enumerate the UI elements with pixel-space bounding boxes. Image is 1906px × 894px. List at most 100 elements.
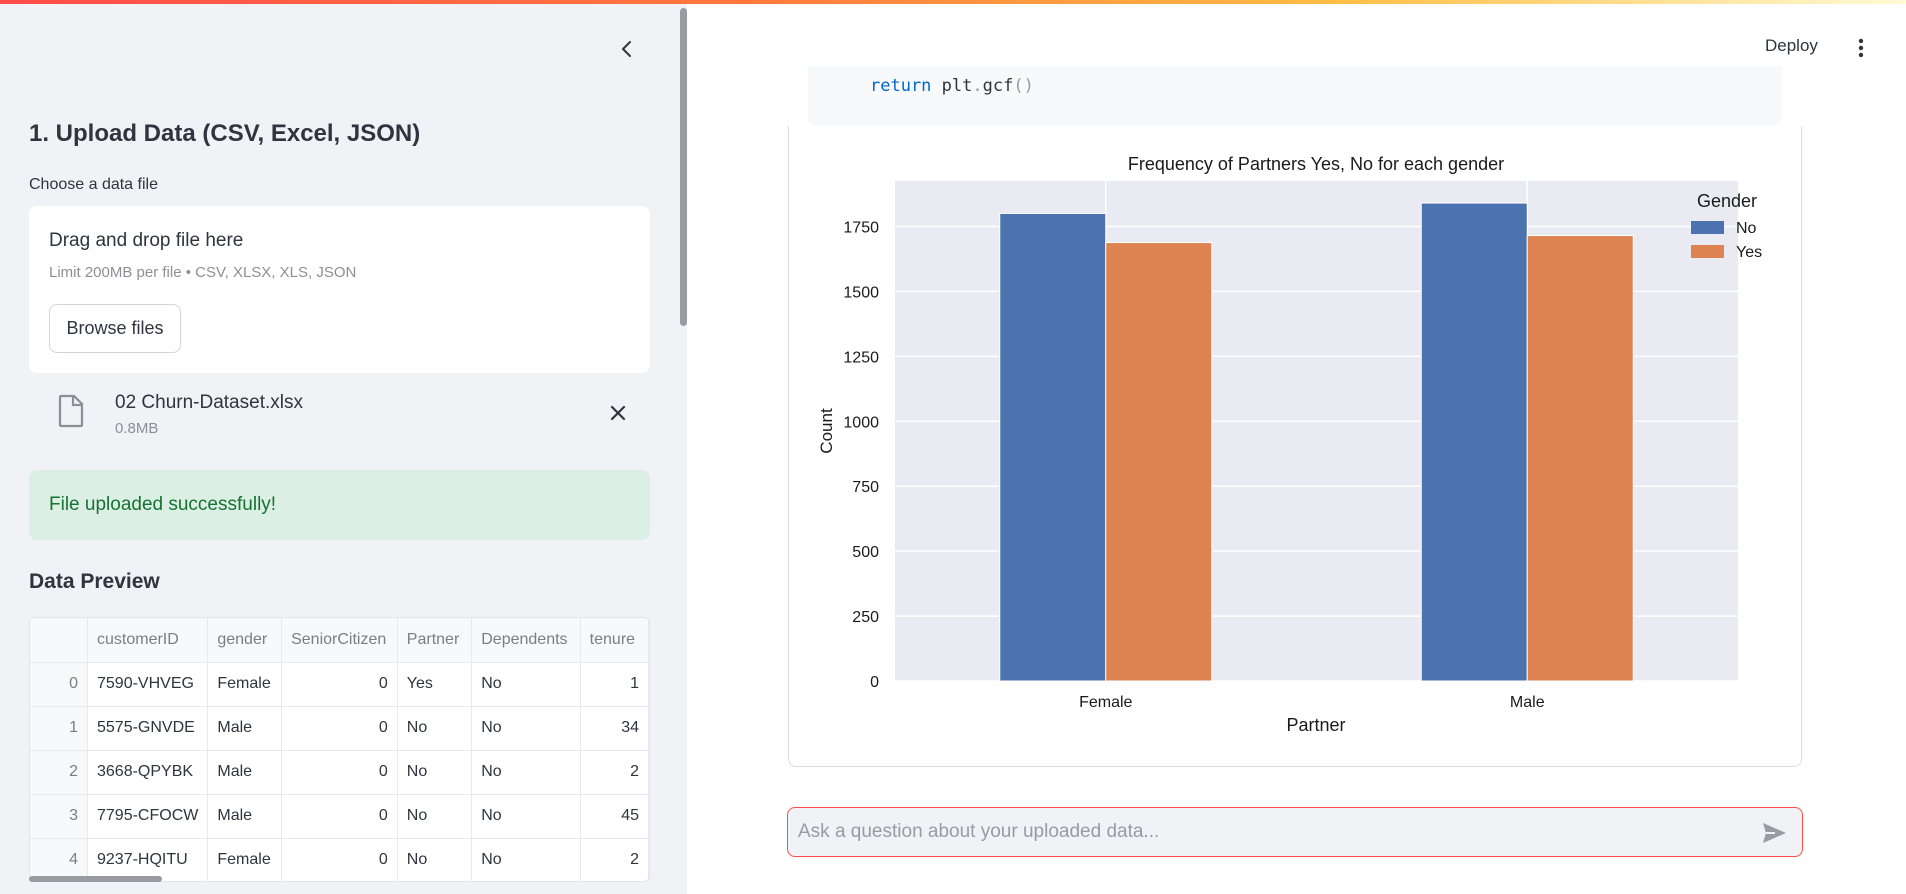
table-cell[interactable]: 1 — [580, 662, 649, 707]
chart-title: Frequency of Partners Yes, No for each g… — [1128, 154, 1504, 174]
table-header-tenure[interactable]: tenure — [580, 618, 649, 663]
table-cell[interactable]: No — [397, 750, 473, 795]
bar-female-yes — [1105, 242, 1213, 682]
table-cell[interactable]: 7590-VHVEG — [87, 662, 209, 707]
x-tick-label: Male — [1510, 694, 1545, 711]
table-header-index[interactable] — [30, 618, 88, 663]
table-cell[interactable]: 0 — [281, 662, 398, 707]
x-tick-labels: Female Male — [1079, 694, 1545, 711]
legend-swatch-no — [1691, 221, 1724, 234]
sidebar: 1. Upload Data (CSV, Excel, JSON) Choose… — [0, 0, 687, 894]
code-dot: . — [972, 76, 983, 96]
table-cell[interactable]: No — [471, 750, 581, 795]
dropzone-title: Drag and drop file here — [49, 230, 244, 251]
table-row: 1 5575-GNVDE Male 0 No No 34 — [30, 706, 649, 751]
uploaded-file-size: 0.8MB — [115, 420, 159, 437]
bar-male-no — [1420, 202, 1528, 682]
table-cell[interactable]: Female — [207, 662, 283, 707]
x-axis-label: Partner — [1286, 715, 1345, 735]
y-axis-label: Count — [817, 408, 836, 454]
data-preview-table[interactable]: customerID gender SeniorCitizen Partner … — [29, 617, 650, 882]
code-function: gcf — [982, 76, 1014, 96]
table-cell[interactable]: No — [397, 838, 473, 881]
table-horizontal-scrollbar[interactable] — [29, 876, 162, 882]
code-parens: () — [1013, 76, 1034, 96]
table-cell[interactable]: No — [397, 706, 473, 751]
file-dropzone[interactable]: Drag and drop file here Limit 200MB per … — [29, 206, 650, 373]
browse-files-button[interactable]: Browse files — [49, 304, 181, 353]
y-tick-label: 1000 — [843, 414, 879, 431]
legend-label-yes: Yes — [1736, 244, 1762, 261]
table-cell[interactable]: No — [397, 794, 473, 839]
table-cell[interactable]: Male — [207, 794, 283, 839]
close-icon[interactable] — [607, 402, 629, 424]
bar-female-no — [999, 212, 1107, 682]
code-object: plt — [941, 76, 973, 96]
success-alert: File uploaded successfully! — [29, 470, 650, 540]
table-cell[interactable]: 34 — [580, 706, 649, 751]
chat-input[interactable] — [798, 808, 1738, 856]
table-cell[interactable]: 45 — [580, 794, 649, 839]
table-cell-index[interactable]: 0 — [30, 662, 88, 707]
code-line: return plt.gcf() — [870, 76, 1034, 96]
file-uploader-label: Choose a data file — [29, 176, 158, 193]
kebab-menu-icon[interactable] — [1852, 36, 1870, 60]
table-cell[interactable]: 2 — [580, 750, 649, 795]
table-cell-index[interactable]: 1 — [30, 706, 88, 751]
uploaded-file-item: 02 Churn-Dataset.xlsx 0.8MB — [29, 388, 650, 446]
table-header-dependents[interactable]: Dependents — [471, 618, 581, 663]
bar-male-yes — [1526, 235, 1634, 682]
table-row: 3 7795-CFOCW Male 0 No No 45 — [30, 794, 649, 839]
table-header-partner[interactable]: Partner — [397, 618, 473, 663]
legend-swatch-yes — [1691, 245, 1724, 258]
table-row: 0 7590-VHVEG Female 0 Yes No 1 — [30, 662, 649, 707]
table-cell[interactable]: No — [471, 662, 581, 707]
table-cell[interactable]: 5575-GNVDE — [87, 706, 209, 751]
table-cell[interactable]: Yes — [397, 662, 473, 707]
chat-input-container[interactable] — [787, 807, 1803, 857]
table-row: 2 3668-QPYBK Male 0 No No 2 — [30, 750, 649, 795]
bar-chart: 0 250 500 750 1000 1250 1500 1750 Female Male Fr… — [817, 154, 1762, 735]
table-cell[interactable]: No — [471, 838, 581, 881]
top-decoration-stripe — [0, 0, 1906, 4]
table-cell[interactable]: Female — [207, 838, 283, 881]
y-tick-label: 250 — [852, 609, 879, 626]
table-cell[interactable]: 0 — [281, 838, 398, 881]
uploaded-file-name: 02 Churn-Dataset.xlsx — [115, 392, 303, 413]
y-tick-label: 750 — [852, 479, 879, 496]
deploy-button[interactable]: Deploy — [1765, 36, 1818, 56]
collapse-sidebar-button[interactable] — [614, 36, 640, 62]
table-cell-index[interactable]: 3 — [30, 794, 88, 839]
table-header-customerid[interactable]: customerID — [87, 618, 209, 663]
send-icon[interactable] — [1760, 820, 1788, 846]
legend-title: Gender — [1697, 191, 1757, 211]
table-cell[interactable]: 0 — [281, 706, 398, 751]
y-tick-label: 1750 — [843, 219, 879, 236]
chevron-left-icon — [622, 41, 631, 57]
sidebar-scrollbar[interactable] — [680, 8, 687, 326]
table-cell[interactable]: 3668-QPYBK — [87, 750, 209, 795]
y-tick-label: 500 — [852, 544, 879, 561]
table-cell[interactable]: No — [471, 706, 581, 751]
table-cell[interactable]: 0 — [281, 794, 398, 839]
table-cell[interactable]: 0 — [281, 750, 398, 795]
table-header-row: customerID gender SeniorCitizen Partner … — [30, 618, 649, 663]
y-tick-label: 0 — [870, 674, 879, 691]
legend-label-no: No — [1736, 220, 1757, 237]
x-tick-label: Female — [1079, 694, 1132, 711]
table-cell[interactable]: 7795-CFOCW — [87, 794, 209, 839]
table-cell[interactable]: 2 — [580, 838, 649, 881]
table-cell[interactable]: No — [471, 794, 581, 839]
code-keyword: return — [870, 76, 932, 96]
code-block: return plt.gcf() — [808, 66, 1782, 126]
y-tick-label: 1500 — [843, 284, 879, 301]
table-cell[interactable]: Male — [207, 750, 283, 795]
table-header-seniorcitizen[interactable]: SeniorCitizen — [281, 618, 398, 663]
data-preview-heading: Data Preview — [29, 570, 160, 593]
y-tick-label: 1250 — [843, 349, 879, 366]
dropzone-limit-text: Limit 200MB per file • CSV, XLSX, XLS, J… — [49, 264, 357, 281]
file-icon — [58, 394, 84, 428]
table-cell-index[interactable]: 2 — [30, 750, 88, 795]
table-header-gender[interactable]: gender — [207, 618, 283, 663]
table-cell[interactable]: Male — [207, 706, 283, 751]
